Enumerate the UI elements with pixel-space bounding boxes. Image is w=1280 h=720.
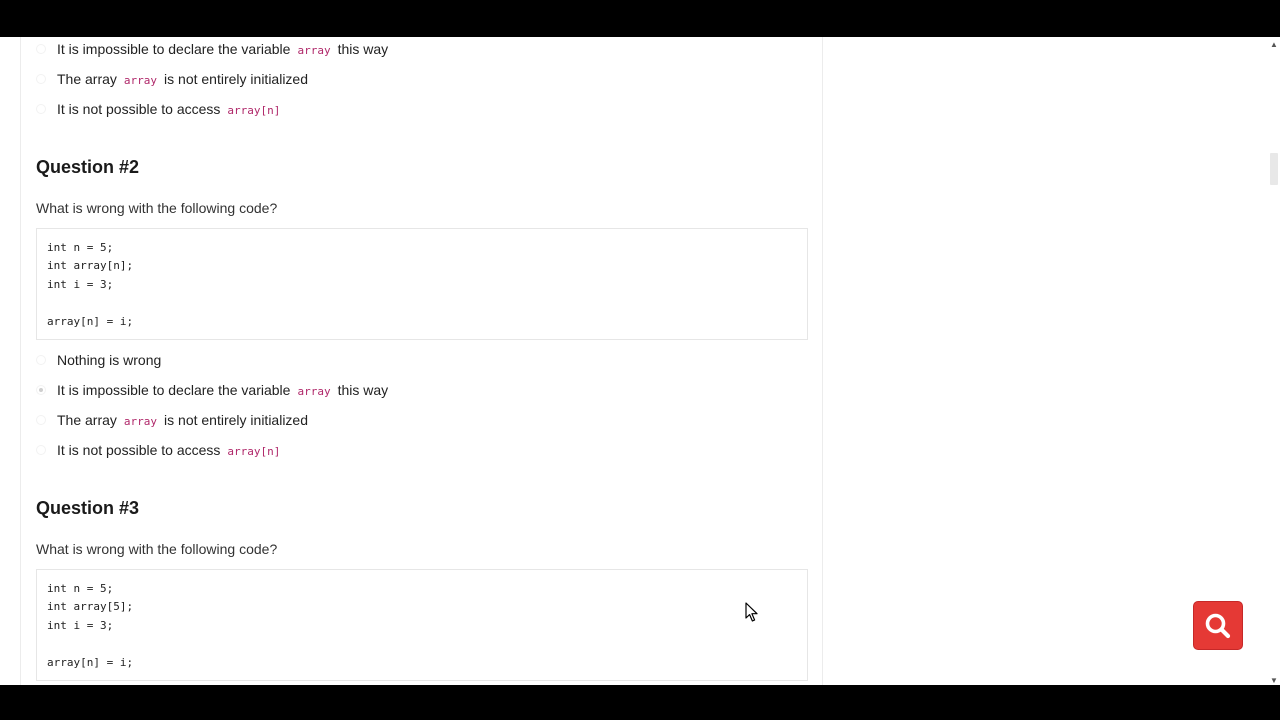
q2-option-4-code: array[n] (227, 444, 281, 458)
q1-option-3-text: The array (57, 71, 117, 87)
q1-option-3[interactable]: The array array is not entirely initiali… (36, 69, 308, 89)
q1-option-3-text-after: is not entirely initialized (164, 71, 309, 87)
q1-option-2[interactable]: It is impossible to declare the variable… (36, 39, 388, 59)
q1-option-2-text: It is impossible to declare the variable (57, 41, 291, 57)
arrow-up-icon[interactable]: ▲ (1270, 41, 1278, 49)
q3-code-line: int array[5]; (47, 600, 134, 614)
q2-prompt: What is wrong with the following code? (36, 200, 278, 216)
q2-option-1[interactable]: Nothing is wrong (36, 350, 161, 370)
q2-option-2-text-after: this way (337, 382, 389, 398)
q1-option-4-code: array[n] (227, 103, 281, 117)
search-icon (1205, 613, 1231, 638)
q2-code-line: int n = 5; (47, 241, 114, 254)
q2-code-line: int i = 3; (47, 277, 114, 291)
search-button[interactable] (1193, 601, 1243, 650)
q2-code-line: array[n] = i; (47, 314, 134, 328)
q2-code-block: int n = 5; int array[n]; int i = 3; arra… (36, 228, 808, 340)
q2-option-3-text-after: is not entirely initialized (164, 412, 309, 428)
q2-option-1-radio[interactable] (36, 355, 46, 365)
q2-code-line: int array[n]; (47, 259, 134, 273)
q2-option-1-text: Nothing is wrong (57, 352, 162, 368)
q1-option-3-code: array (123, 73, 158, 87)
q1-option-2-code: array (297, 43, 331, 57)
q3-code-block: int n = 5; int array[5]; int i = 3; arra… (36, 569, 808, 681)
q1-option-2-radio[interactable] (36, 44, 46, 54)
q3-code-line: int i = 3; (47, 618, 114, 632)
q1-option-3-radio[interactable] (36, 74, 46, 84)
q3-title: Question #3 (36, 498, 140, 518)
q1-option-2-text-after: this way (337, 41, 389, 57)
q2-option-3[interactable]: The array array is not entirely initiali… (36, 410, 308, 430)
arrow-down-icon[interactable]: ▼ (1270, 677, 1278, 685)
q1-option-4-text: It is not possible to access (57, 101, 221, 117)
q2-code-line (47, 294, 797, 312)
quiz-content: It is impossible to declare the variable… (20, 37, 823, 685)
q3-prompt: What is wrong with the following code? (36, 541, 278, 557)
mouse-cursor-icon (745, 602, 758, 622)
q3-code-line (47, 635, 797, 653)
q3-code-line: array[n] = i; (47, 655, 134, 669)
page-viewport: It is impossible to declare the variable… (0, 37, 1280, 685)
q2-option-3-radio[interactable] (36, 415, 46, 425)
q2-option-2-text: It is impossible to declare the variable (57, 382, 291, 398)
q1-option-4[interactable]: It is not possible to access array[n] (36, 99, 287, 119)
q2-option-4-text: It is not possible to access (57, 442, 221, 458)
q2-title: Question #2 (36, 157, 140, 177)
page-scrollbar[interactable]: ▲ ▼ (1268, 37, 1280, 685)
q3-code-line: int n = 5; (47, 582, 114, 595)
q2-option-2[interactable]: It is impossible to declare the variable… (36, 380, 388, 400)
q1-option-4-radio[interactable] (36, 104, 46, 114)
q2-option-3-code: array (123, 414, 158, 428)
q2-option-3-text: The array (57, 412, 117, 428)
scrollbar-thumb[interactable] (1270, 153, 1278, 185)
q2-option-2-radio[interactable] (36, 385, 46, 395)
q2-option-4-radio[interactable] (36, 445, 46, 455)
q2-option-4[interactable]: It is not possible to access array[n] (36, 440, 287, 460)
q2-option-2-code: array (297, 384, 331, 398)
